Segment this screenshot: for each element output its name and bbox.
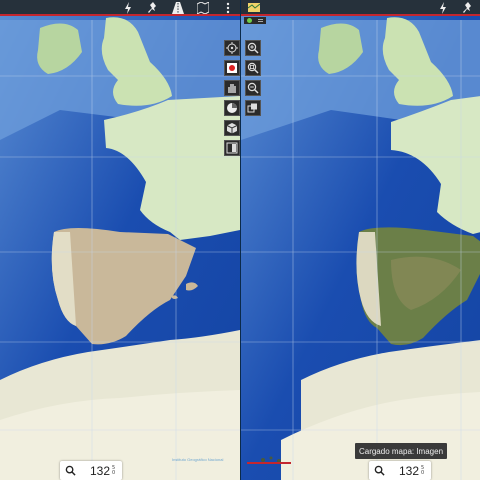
gps-dot-icon	[247, 18, 252, 23]
right-map-canvas[interactable]	[241, 0, 480, 480]
zoom-out-button[interactable]	[245, 80, 261, 96]
record-button[interactable]	[224, 60, 240, 76]
sync-indicator	[244, 17, 266, 24]
scale-bar	[247, 462, 291, 464]
record-icon	[227, 63, 237, 73]
cube-button[interactable]	[224, 120, 240, 136]
pin-icon[interactable]	[145, 0, 161, 16]
left-map-canvas[interactable]	[0, 0, 240, 480]
target-icon	[226, 42, 238, 54]
cube-icon	[226, 123, 238, 134]
left-zoom-indicator[interactable]: 132 5 0	[60, 461, 122, 480]
compass-icon	[227, 103, 237, 113]
search-icon	[60, 461, 80, 480]
target-button[interactable]	[224, 40, 240, 56]
lightning-icon[interactable]	[120, 0, 136, 16]
copy-button[interactable]	[245, 100, 261, 116]
zoom-area-button[interactable]	[245, 60, 261, 76]
zoom-in-icon	[247, 42, 259, 54]
left-toolbar-icons	[111, 0, 240, 16]
left-tool-column	[224, 40, 240, 160]
zoom-sub-bottom: 0	[112, 469, 116, 476]
copy-icon	[247, 103, 257, 113]
layers-icon	[226, 142, 238, 154]
left-map-pane[interactable]: 132 5 0 Instituto Geográfico Nacional	[0, 0, 240, 480]
right-map-pane[interactable]: Cargado mapa: Imagen 132 5 0	[241, 0, 480, 480]
lightning-icon[interactable]	[435, 0, 451, 16]
hand-icon	[228, 84, 236, 93]
right-toolbar-icons	[426, 0, 480, 16]
left-top-toolbar	[0, 0, 240, 16]
zoom-sublevel: 5 0	[421, 465, 425, 476]
zoom-in-button[interactable]	[245, 40, 261, 56]
zoom-sub-bottom: 0	[421, 469, 425, 476]
map-book-icon[interactable]	[195, 0, 211, 16]
right-tool-column	[245, 40, 261, 120]
sync-icon	[258, 19, 263, 22]
zoom-level: 132	[90, 463, 111, 478]
road-icon[interactable]	[170, 0, 186, 16]
zoom-out-icon	[247, 82, 259, 94]
map-icon[interactable]	[246, 0, 262, 15]
layers-button[interactable]	[224, 140, 240, 156]
attribution[interactable]: Instituto Geográfico Nacional	[172, 457, 223, 462]
zoom-sublevel: 5 0	[112, 465, 116, 476]
more-icon[interactable]	[220, 0, 236, 16]
hand-button[interactable]	[224, 80, 240, 96]
zoom-level: 132	[399, 463, 420, 478]
toast-message: Cargado mapa: Imagen	[355, 443, 447, 459]
zoom-area-icon	[247, 62, 259, 74]
search-icon	[369, 461, 389, 480]
pin-icon[interactable]	[460, 0, 476, 16]
right-zoom-indicator[interactable]: 132 5 0	[369, 461, 431, 480]
right-top-toolbar	[241, 0, 480, 16]
compass-button[interactable]	[224, 100, 240, 116]
